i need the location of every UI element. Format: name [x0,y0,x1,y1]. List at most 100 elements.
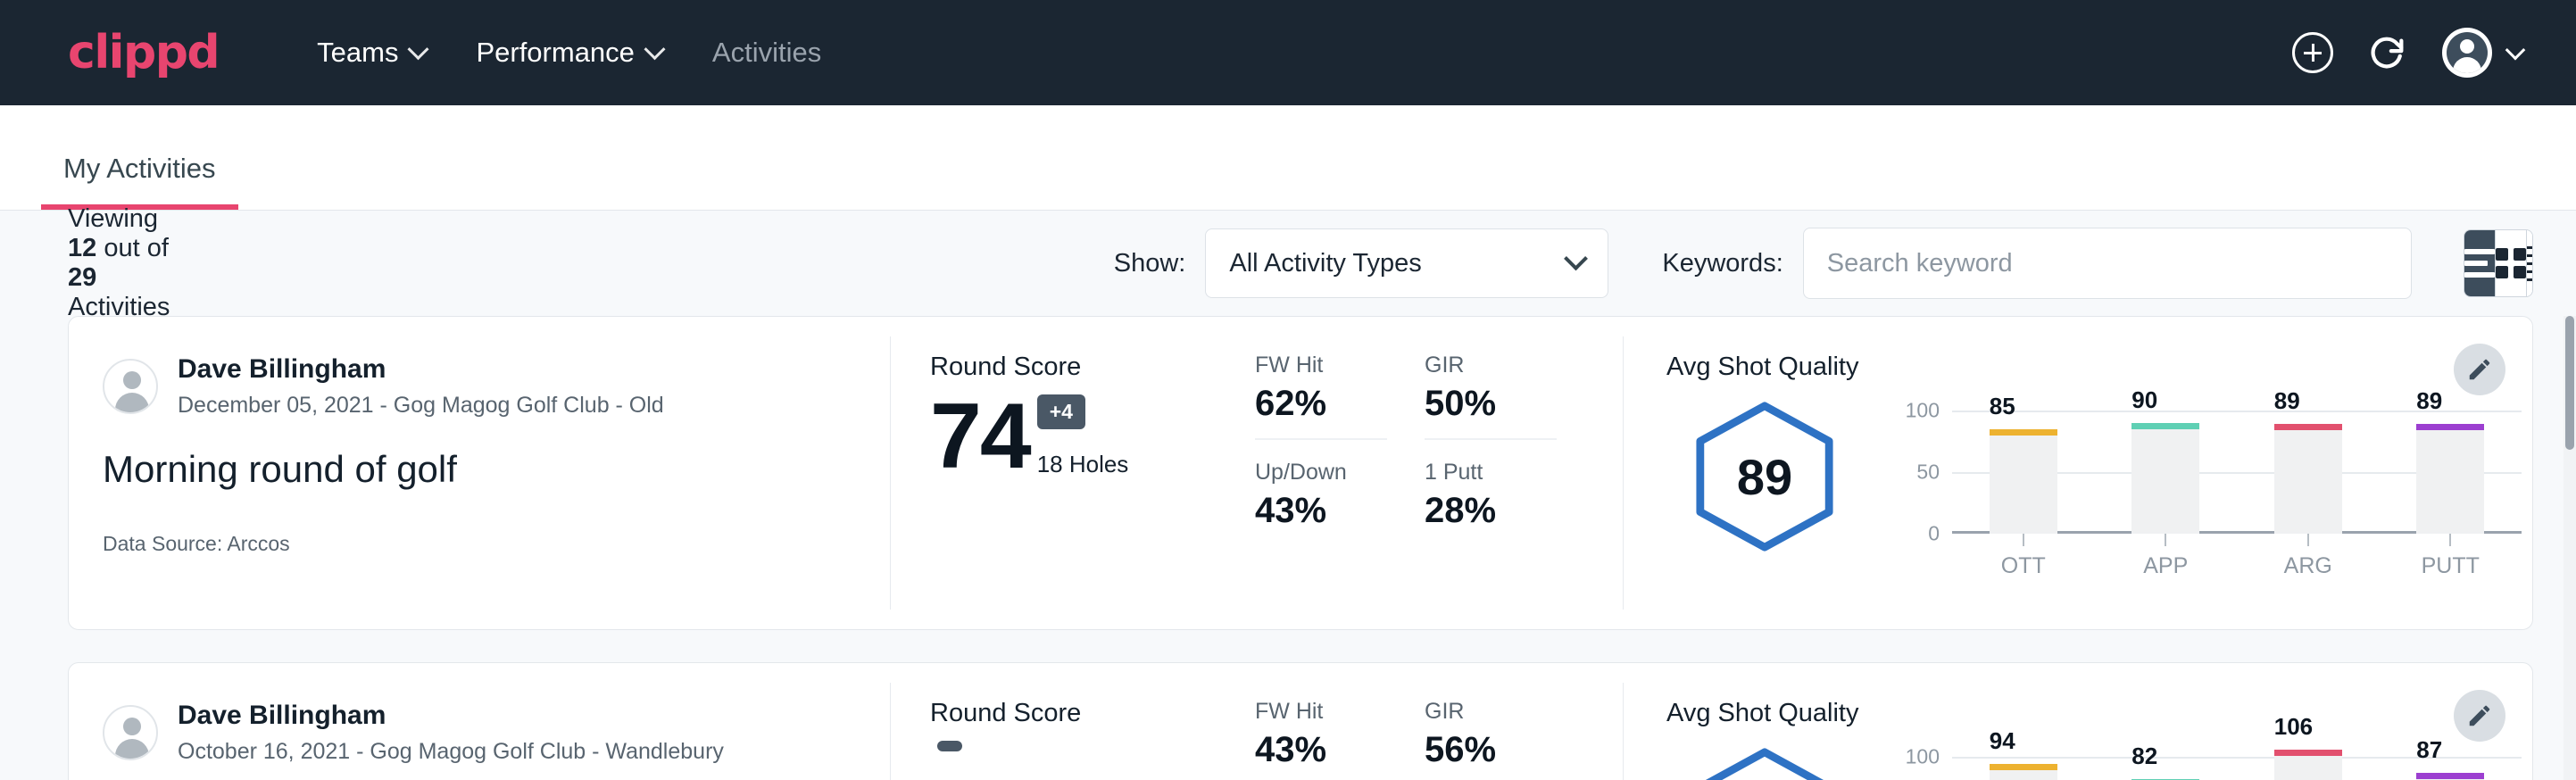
activity-info: Dave Billingham October 16, 2021 - Gog M… [69,663,890,780]
score-delta-badge: +4 [1037,394,1085,429]
avg-shot-quality-block: Avg Shot Quality 050100948210687 OTTAPPA… [1624,663,2532,780]
stat-fw-hit: FW Hit 62% [1255,353,1387,424]
chart-y-tick-label: 100 [1906,744,1940,768]
avatar-icon [2447,32,2488,73]
refresh-icon[interactable] [2367,32,2408,73]
chart-bar: 89 [2416,424,2484,534]
round-score-label: Round Score [930,353,1248,382]
chart-bar: 85 [1990,429,2057,534]
activity-meta: October 16, 2021 - Gog Magog Golf Club -… [178,737,724,767]
chart-bars: 9482 106 87 [1952,744,2522,780]
chart-bar-value: 89 [2416,387,2442,415]
stat-label: FW Hit [1255,699,1387,725]
tab-my-activities[interactable]: My Activities [41,153,238,210]
compact-view-button[interactable] [2527,230,2533,296]
chart-bar-value: 90 [2131,386,2157,414]
chart-x-slot: OTT [1952,534,2095,579]
page-scrollbar[interactable] [2564,316,2576,780]
keywords-label: Keywords: [1662,249,1782,278]
chart-y-tick-label: 50 [1916,460,1940,484]
list-icon [2464,249,2495,278]
round-stats-block: FW Hit 43% GIR 56% Up/Down 1 Putt [1248,663,1623,780]
chart-bar-slot: 85 [1952,398,2095,534]
quality-hexagon: 89 [1686,398,1843,555]
nav-item-label: Teams [317,37,398,69]
stat-grid-top: FW Hit 62% GIR 50% [1255,353,1623,424]
shot-quality-chart: 05010085908989 OTTAPPARGPUTT [1895,398,2532,577]
brand-logo[interactable]: clippd [68,26,219,79]
nav-item-label: Performance [476,37,634,69]
chart-bar-cap [2416,424,2484,430]
chart-bar-value: 85 [1990,393,2015,420]
chart-x-tick-mark [2165,534,2166,546]
chart-bar: 90 [2131,423,2199,534]
chevron-down-icon [644,38,665,60]
round-score-value-row: 74 +4 18 Holes [930,394,1248,480]
chart-plot-area: 05010085908989 [1952,398,2522,534]
chart-bar-slot: 94 [1952,744,2095,780]
stat-value: 50% [1425,384,1557,424]
nav-item-teams[interactable]: Teams [317,37,426,69]
viewing-total: 29 [68,263,96,292]
chart-x-slot: APP [2095,534,2238,579]
chart-x-slot: PUTT [2380,534,2522,579]
top-navigation-bar: clippd Teams Performance Activities [0,0,2576,105]
viewing-prefix: Viewing [68,204,158,233]
chart-bar: 89 [2274,424,2342,534]
chart-bar-slot: 106 [2237,744,2380,780]
chart-x-tick-mark [2449,534,2451,546]
activity-meta: December 05, 2021 - Gog Magog Golf Club … [178,391,664,420]
data-source: Data Source: Arccos [103,532,872,556]
avatar [103,705,158,760]
nav-item-performance[interactable]: Performance [476,37,661,69]
hexagon-icon [1686,744,1843,780]
plus-circle-icon[interactable] [2292,32,2333,73]
user-name: Dave Billingham [178,353,664,386]
filter-bar: Viewing 12 out of 29 Activities Show: Al… [0,211,2576,316]
nav-item-label: Activities [712,37,821,69]
chart-bar: 87 [2416,773,2484,780]
edit-activity-button[interactable] [2454,344,2505,395]
viewing-middle: out of [104,234,169,262]
activity-type-select[interactable]: All Activity Types [1205,228,1608,298]
shot-quality-chart: 050100948210687 OTTAPPARGPUTT [1895,744,2532,780]
chart-bar-slot: 90 [2095,398,2238,534]
score-delta-badge [937,741,962,751]
chart-x-axis: OTTAPPARGPUTT [1952,534,2522,579]
stat-value: 62% [1255,384,1387,424]
chevron-down-icon [408,38,429,60]
grid-view-button[interactable] [2496,230,2527,296]
chart-bar-cap [2274,750,2342,756]
chart-bar: 106 [2274,750,2342,780]
nav-item-activities[interactable]: Activities [712,37,821,69]
stat-separators [1255,770,1623,780]
stat-one-putt: 1 Putt 28% [1425,460,1557,531]
pencil-icon [2466,356,2493,383]
chart-bar-slot: 82 [2095,744,2238,780]
activity-user: Dave Billingham October 16, 2021 - Gog M… [103,699,872,766]
edit-activity-button[interactable] [2454,690,2505,742]
account-menu[interactable] [2442,28,2522,78]
viewing-summary: Viewing 12 out of 29 Activities [68,204,177,322]
pencil-icon [2466,702,2493,729]
activity-card[interactable]: Dave Billingham October 16, 2021 - Gog M… [68,662,2533,780]
search-input[interactable] [1803,228,2412,299]
avg-shot-quality-label: Avg Shot Quality [1666,353,2532,382]
activity-user: Dave Billingham December 05, 2021 - Gog … [103,353,872,419]
activity-card[interactable]: Dave Billingham December 05, 2021 - Gog … [68,316,2533,630]
list-view-button[interactable] [2464,230,2496,296]
show-label: Show: [1114,249,1186,278]
chart-bar-cap [1990,764,2057,770]
chart-x-tick-label: ARG [2237,553,2380,579]
nav-actions [2292,28,2522,78]
round-score-block: Round Score [891,663,1248,780]
chart-y-tick-label: 0 [1928,522,1940,546]
primary-nav: Teams Performance Activities [317,37,821,69]
chart-bars: 85 90 89 89 [1952,398,2522,534]
stat-value: 56% [1425,730,1557,770]
quality-hexagon [1686,744,1843,780]
show-filter-group: Show: All Activity Types [1114,228,1609,298]
scrollbar-thumb[interactable] [2565,316,2574,450]
stat-value: 43% [1255,730,1387,770]
stat-fw-hit: FW Hit 43% [1255,699,1387,770]
